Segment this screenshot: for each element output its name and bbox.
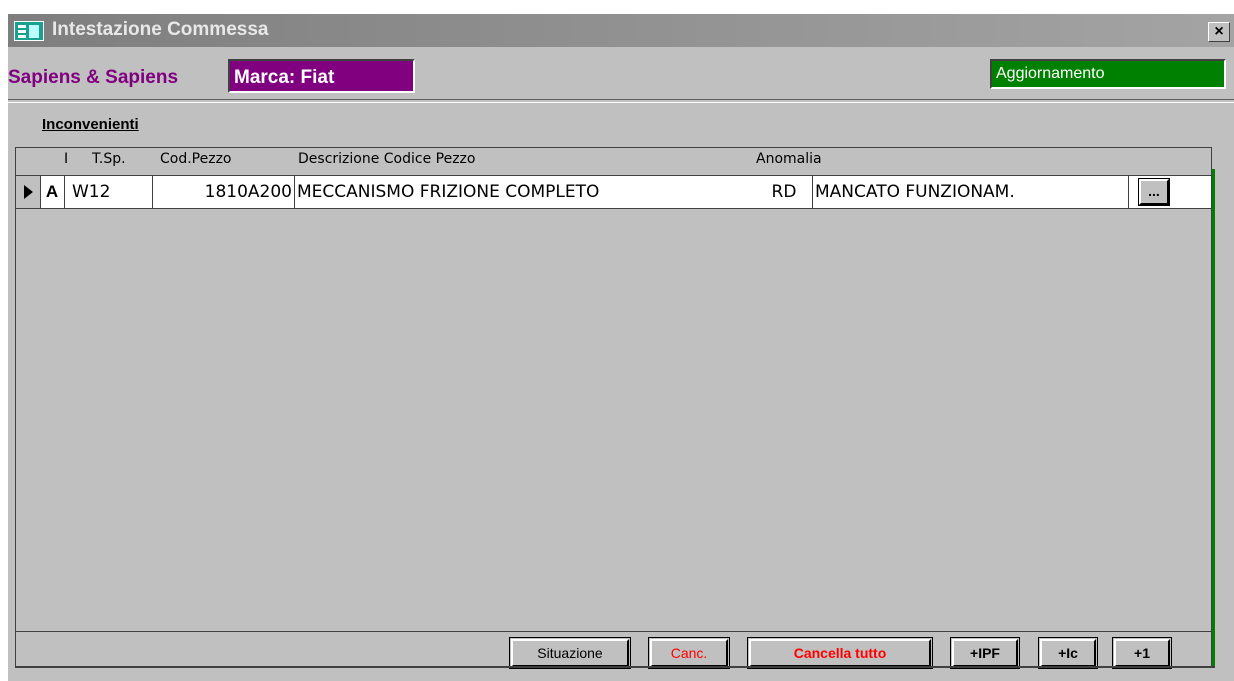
add-one-button[interactable]: +1 [1112,637,1172,669]
cell-tsp[interactable]: W12 [64,176,152,208]
situazione-button[interactable]: Situazione [509,637,631,669]
window: Intestazione Commessa × Sapiens & Sapien… [8,14,1234,681]
add-ic-button[interactable]: +Ic [1038,637,1098,669]
column-header-cod-pezzo: Cod.Pezzo [160,151,232,167]
row-selector[interactable] [16,176,40,208]
title-bar[interactable]: Intestazione Commessa × [8,14,1234,47]
window-title: Intestazione Commessa [52,19,269,40]
close-button[interactable]: × [1208,22,1230,42]
status-field: Aggiornamento [990,59,1226,89]
canc-button[interactable]: Canc. [648,637,730,669]
cell-descrizione[interactable]: MECCANISMO FRIZIONE COMPLETO [295,176,755,208]
marca-field: Marca: Fiat [228,59,415,93]
column-header-anomalia: Anomalia [756,151,822,167]
cell-cod-pezzo[interactable]: 1810A200 [152,176,294,208]
cancella-tutto-button[interactable]: Cancella tutto [747,637,933,669]
cell-anomalia-desc[interactable]: MANCATO FUNZIONAM. [813,176,1123,208]
inconvenienti-grid: I T.Sp. Cod.Pezzo Descrizione Codice Pez… [15,147,1212,669]
button-bar: Situazione Canc. Cancella tutto +IPF +Ic… [16,631,1211,669]
form-bottom-border [15,666,1215,668]
form-icon [14,21,44,41]
table-row[interactable]: A W12 1810A200 MECCANISMO FRIZIONE COMPL… [16,175,1211,209]
section-title: Inconvenienti [42,116,139,133]
cell-anomalia-code[interactable]: RD [756,176,812,208]
column-header-i: I [64,151,69,167]
cell-i[interactable]: A [40,176,64,208]
company-name: Sapiens & Sapiens [8,67,179,88]
record-pointer-icon [24,185,33,199]
lookup-button[interactable]: ... [1138,178,1170,206]
column-header-descrizione: Descrizione Codice Pezzo [298,151,476,167]
header-divider [8,99,1234,103]
add-ipf-button[interactable]: +IPF [950,637,1020,669]
column-header-tsp: T.Sp. [92,151,126,167]
